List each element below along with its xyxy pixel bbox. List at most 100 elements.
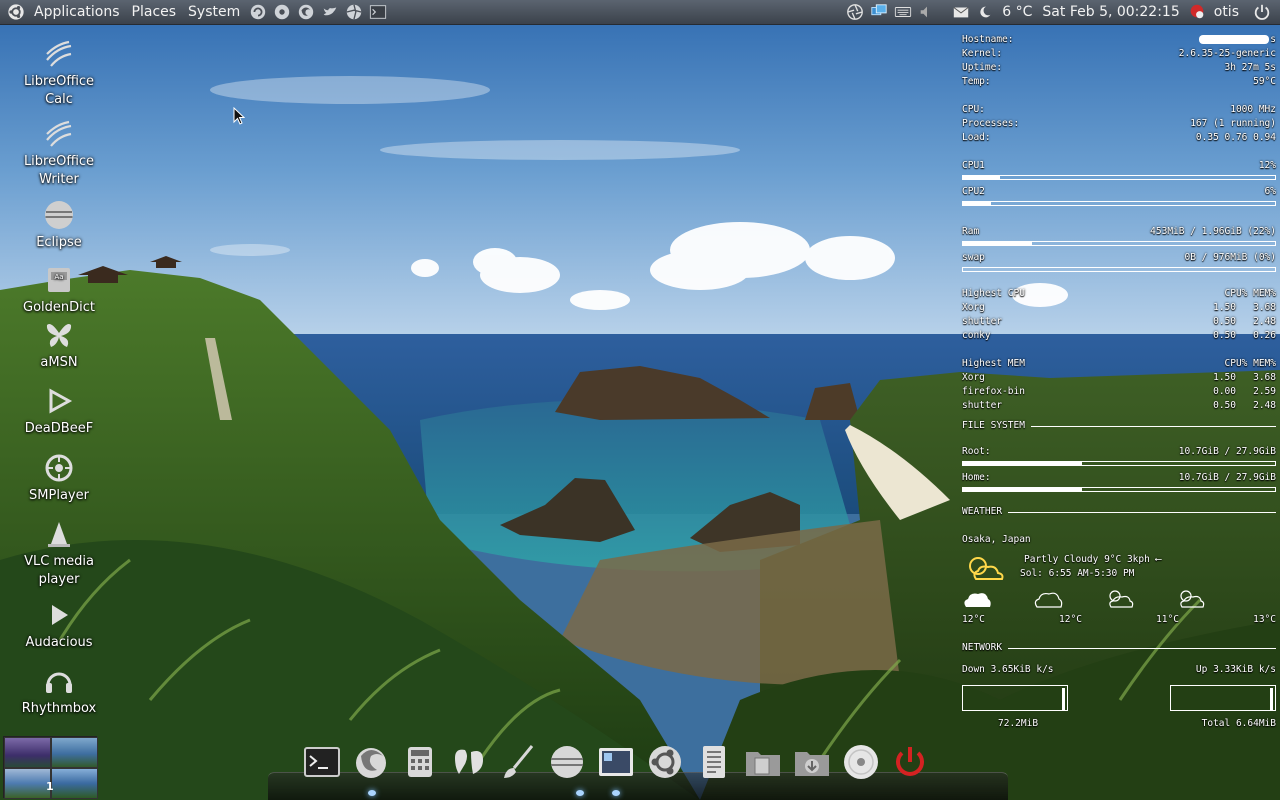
conky-row-cpu1: CPU1 12%: [962, 160, 1276, 171]
conky-row-home: Home: 10.7GiB / 27.9GiB: [962, 472, 1276, 483]
firefox-icon: [356, 748, 386, 778]
amsn-icon: [42, 318, 76, 352]
weather-indicator-icon[interactable]: [975, 2, 995, 22]
keyboard-indicator-icon[interactable]: [893, 2, 913, 22]
highest-mem-row: shutter 0.50 2.48: [962, 400, 1276, 411]
hard-disk-icon: [551, 746, 583, 778]
panel-left-section: Applications Places System: [0, 0, 390, 25]
dock-item-firefox[interactable]: [347, 740, 395, 784]
dock-item-power[interactable]: [886, 740, 934, 784]
home-disk-bar: [962, 487, 1276, 492]
rhythmbox-icon: [42, 664, 76, 698]
conky-row-processes: Processes: 167 (1 running): [962, 118, 1276, 129]
dock-item-text-editor[interactable]: [690, 740, 738, 784]
dock-item-pidgin[interactable]: [445, 740, 493, 784]
clock[interactable]: Sat Feb 5, 00:22:15: [1037, 0, 1184, 25]
filesystem-section-title: FILE SYSTEM: [962, 419, 1276, 433]
pidgin-icon: [455, 749, 483, 774]
weather-location: Osaka, Japan: [962, 534, 1031, 545]
highest-mem-row: firefox-bin 0.00 2.59: [962, 386, 1276, 397]
workspace-4[interactable]: [51, 768, 98, 799]
dock-item-calculator[interactable]: [396, 740, 444, 784]
goldendict-icon: Aa: [42, 263, 76, 297]
weather-current: Partly Cloudy 9°C 3kph ⟵ Sol: 6:55 AM-5:…: [962, 553, 1276, 583]
desktop-icon-libreoffice-calc[interactable]: LibreOffice Calc: [10, 37, 108, 109]
current-workspace-number: 1: [46, 780, 54, 793]
dock-item-downloads-folder[interactable]: [788, 740, 836, 784]
ram-bar: [962, 241, 1276, 246]
terminal-launcher-icon[interactable]: [368, 2, 388, 22]
deadbeef-icon: [42, 384, 76, 418]
conky-row-kernel: Kernel: 2.6.35-25-generic: [962, 48, 1276, 59]
desktop-icon-label: LibreOffice Calc: [23, 74, 95, 107]
disc-icon: [844, 745, 878, 779]
system-menu[interactable]: System: [182, 0, 246, 25]
applications-menu[interactable]: Applications: [28, 0, 126, 25]
desktop-icon-goldendict[interactable]: Aa GoldenDict: [10, 263, 108, 317]
cloudy-icon: [964, 593, 991, 607]
workspace-1[interactable]: [4, 737, 51, 768]
desktop-icon-audacious[interactable]: Audacious: [10, 598, 108, 652]
power-icon: [896, 747, 924, 776]
dock-running-indicator: [576, 790, 584, 796]
desktop-icon-rhythmbox[interactable]: Rhythmbox: [10, 664, 108, 718]
desktop-icon-libreoffice-writer[interactable]: LibreOffice Writer: [10, 117, 108, 189]
partly-cloudy-icon: [1108, 590, 1133, 608]
desktop-icon-smplayer[interactable]: SMPlayer: [10, 451, 108, 505]
weather-forecast-icons: [962, 587, 1276, 613]
mouse-cursor-icon: [233, 107, 245, 125]
display-indicator-icon[interactable]: [869, 2, 889, 22]
desktop-icon-label: DeaDBeeF: [24, 421, 94, 436]
dock-item-hard-disk[interactable]: [543, 740, 591, 784]
dock-item-brush[interactable]: [494, 740, 542, 784]
weather-temperature[interactable]: 6 °C: [997, 0, 1037, 25]
root-disk-bar: [962, 461, 1276, 466]
workspace-3[interactable]: [4, 768, 51, 799]
weather-forecast-temps: 12°C 12°C 11°C 13°C: [962, 614, 1276, 625]
network-speeds: Down 3.65KiB k/s Up 3.33KiB k/s: [962, 664, 1276, 675]
dock-item-window-manager[interactable]: [592, 740, 640, 784]
conky-row-swap: swap 0B / 976MiB (0%): [962, 252, 1276, 263]
mail-icon[interactable]: [951, 2, 971, 22]
dock-item-disc[interactable]: [837, 740, 885, 784]
conky-row-hostname: Hostname: s: [962, 33, 1276, 47]
conky-row-load: Load: 0.35 0.76 0.94: [962, 132, 1276, 143]
desktop-icon-label: GoldenDict: [23, 300, 95, 315]
volume-icon[interactable]: [917, 2, 937, 22]
desktop-icon-vlc[interactable]: VLC media player: [10, 517, 108, 589]
user-name[interactable]: otis: [1209, 0, 1244, 25]
cloudy-icon: [1035, 592, 1063, 608]
update-launcher-icon[interactable]: [248, 2, 268, 22]
firefox-launcher-icon[interactable]: [296, 2, 316, 22]
aperture-indicator-icon[interactable]: [845, 2, 865, 22]
desktop-icon-label: LibreOffice Writer: [23, 154, 95, 187]
pidgin-launcher-icon[interactable]: [272, 2, 292, 22]
desktop-icon-label: SMPlayer: [29, 488, 89, 503]
conky-row-ram: Ram 453MiB / 1.96GiB (22%): [962, 226, 1276, 237]
highest-cpu-header: Highest CPU CPU% MEM%: [962, 288, 1276, 299]
hostname-value: s: [1199, 33, 1276, 47]
highest-mem-header: Highest MEM CPU% MEM%: [962, 358, 1276, 369]
smplayer-icon: [42, 451, 76, 485]
desktop-icon-label: VLC media player: [24, 554, 94, 587]
dock-item-ubuntu-software[interactable]: [641, 740, 689, 784]
conky-row-cpu2: CPU2 6%: [962, 186, 1276, 197]
twitter-launcher-icon[interactable]: [320, 2, 340, 22]
desktop-icon-eclipse[interactable]: Eclipse: [10, 198, 108, 252]
vlc-icon: [42, 517, 76, 551]
desktop-icon-amsn[interactable]: aMSN: [10, 318, 108, 372]
power-menu-icon[interactable]: [1252, 2, 1272, 22]
conky-row-cpu-freq: CPU: 1000 MHz: [962, 104, 1276, 115]
workspace-2[interactable]: [51, 737, 98, 768]
ubuntu-software-icon: [649, 746, 681, 778]
user-status-icon[interactable]: [1187, 2, 1207, 22]
ubuntu-logo-icon[interactable]: [6, 2, 26, 22]
dock-item-documents-folder[interactable]: [739, 740, 787, 784]
dock-item-terminal[interactable]: [298, 740, 346, 784]
shutter-launcher-icon[interactable]: [344, 2, 364, 22]
cpu2-bar: [962, 201, 1276, 206]
download-graph: [962, 685, 1068, 711]
places-menu[interactable]: Places: [126, 0, 183, 25]
desktop-icon-deadbeef[interactable]: DeaDBeeF: [10, 384, 108, 438]
desktop-icon-label: Audacious: [25, 635, 93, 650]
